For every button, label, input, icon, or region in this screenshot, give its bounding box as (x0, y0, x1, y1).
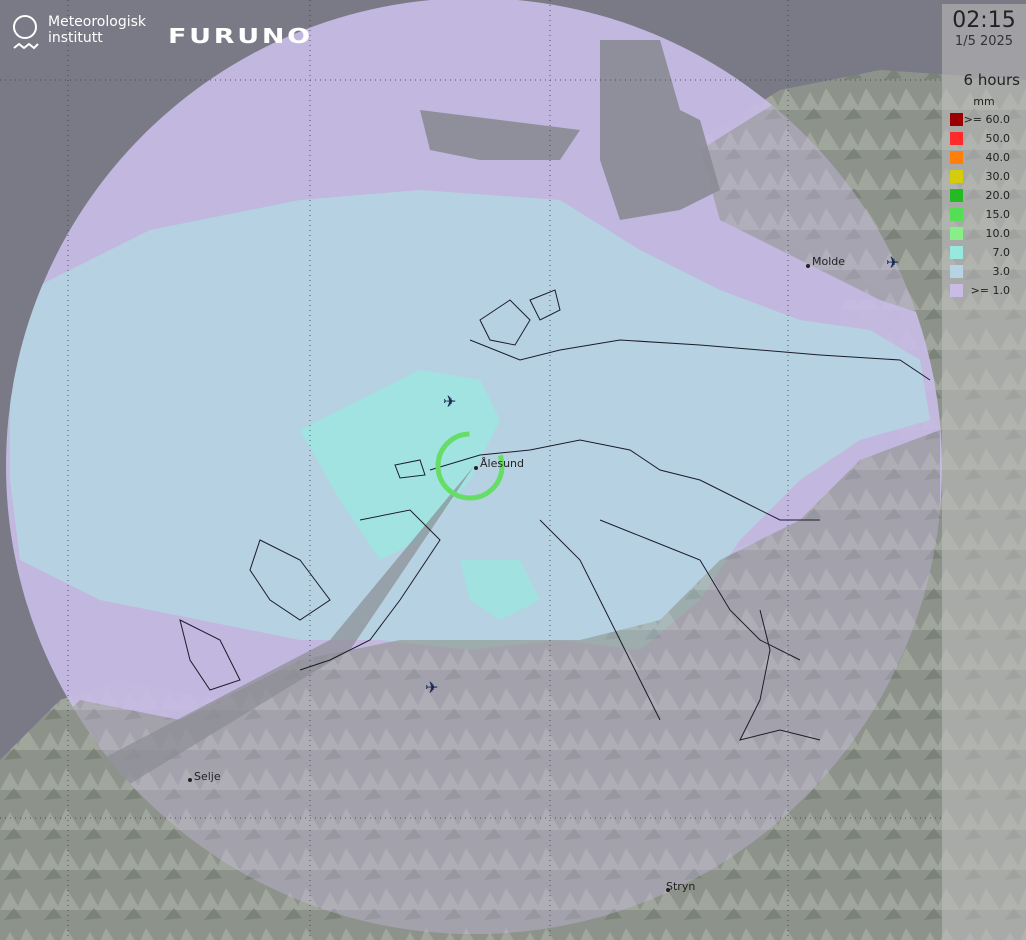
legend-item: 15.0 (942, 205, 1026, 224)
legend-item: 3.0 (942, 262, 1026, 281)
observation-time: 02:15 (952, 8, 1016, 33)
place-label-molde: Molde (812, 255, 846, 268)
furuno-logo: FURUNO (168, 24, 313, 48)
accumulation-period: 6 hours (963, 71, 1020, 89)
airport-icon: ✈ (886, 253, 900, 272)
legend-swatch (950, 284, 963, 297)
legend-swatch (950, 265, 963, 278)
radar-map (0, 0, 1026, 940)
legend-swatch (950, 246, 963, 259)
met-logo-line2: institutt (48, 30, 103, 46)
place-label-stryn: Stryn (666, 880, 696, 893)
legend-swatch (950, 113, 963, 126)
legend-label: 50.0 (985, 132, 1011, 145)
legend-item: 40.0 (942, 148, 1026, 167)
legend-item: 7.0 (942, 243, 1026, 262)
legend-swatch (950, 151, 963, 164)
info-panel: 02:15 1/5 2025 6 hours mm >= 60.0 50.0 40.… (942, 4, 1026, 940)
legend-item: 50.0 (942, 129, 1026, 148)
legend-label: >= 60.0 (963, 113, 1010, 126)
airport-icon: ✈ (443, 392, 457, 411)
precipitation-legend: >= 60.0 50.0 40.0 30.0 20.0 15.0 10.0 7.0 3.0 >= … (942, 110, 1026, 300)
legend-label: 40.0 (985, 151, 1011, 164)
met-logo: Meteorologisk institutt (12, 14, 146, 54)
met-logo-icon (13, 15, 39, 50)
place-label-selje: Selje (194, 770, 221, 783)
met-logo-line1: Meteorologisk (48, 14, 147, 30)
legend-label: >= 1.0 (970, 284, 1010, 297)
observation-date: 1/5 2025 (954, 34, 1014, 49)
legend-swatch (950, 227, 963, 240)
place-label-alesund: Ålesund (480, 457, 525, 470)
legend-unit: mm (973, 95, 995, 108)
legend-item: >= 60.0 (942, 110, 1026, 129)
legend-item: 10.0 (942, 224, 1026, 243)
legend-swatch (950, 170, 963, 183)
legend-label: 3.0 (992, 265, 1011, 278)
legend-label: 10.0 (985, 227, 1011, 240)
legend-label: 15.0 (985, 208, 1011, 221)
legend-swatch (950, 208, 963, 221)
legend-item: 30.0 (942, 167, 1026, 186)
legend-swatch (950, 189, 963, 202)
legend-label: 30.0 (985, 170, 1011, 183)
legend-label: 20.0 (985, 189, 1011, 202)
legend-swatch (950, 132, 963, 145)
airport-icon: ✈ (425, 678, 439, 697)
legend-item: >= 1.0 (942, 281, 1026, 300)
legend-label: 7.0 (992, 246, 1011, 259)
legend-item: 20.0 (942, 186, 1026, 205)
